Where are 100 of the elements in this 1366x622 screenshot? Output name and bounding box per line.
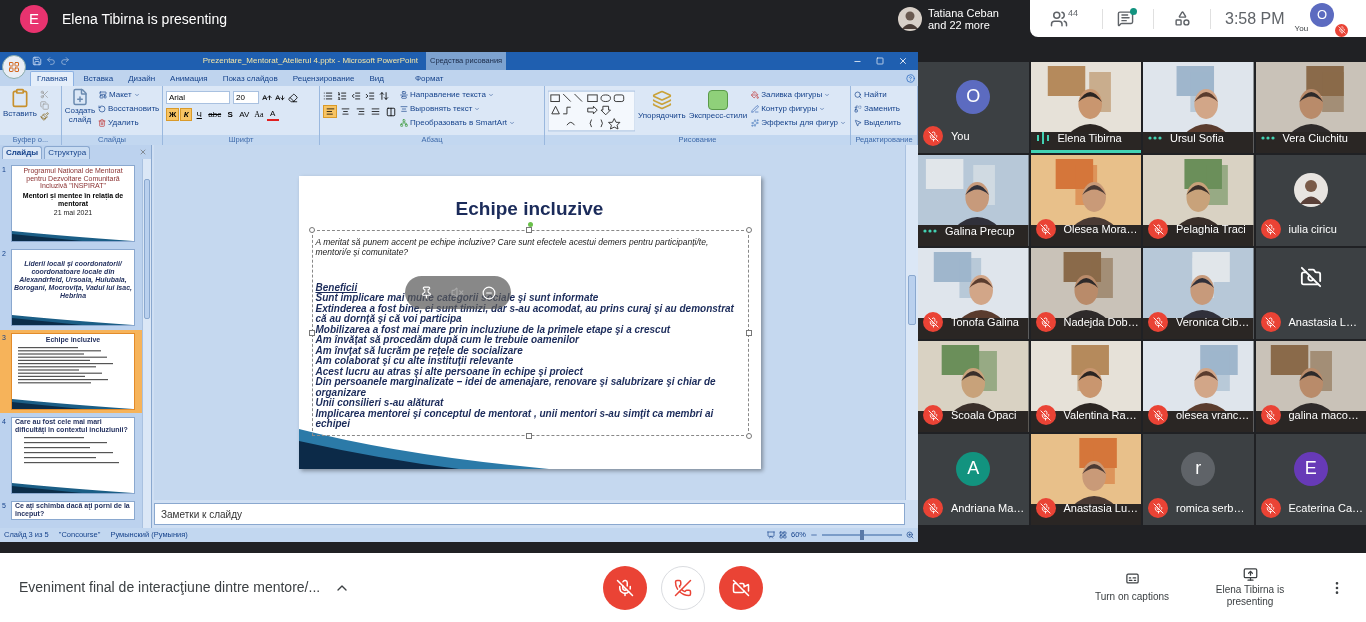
- participant-name: Anastasia L…: [1288, 314, 1357, 330]
- ribbon-command[interactable]: Заливка фигуры: [750, 88, 847, 102]
- notes-pane[interactable]: Заметки к слайду: [154, 503, 905, 525]
- bullet-list-icon[interactable]: [323, 91, 333, 101]
- align-button[interactable]: [368, 105, 382, 118]
- grow-font-icon[interactable]: [262, 92, 272, 103]
- panel-tab[interactable]: Структура: [44, 146, 91, 159]
- participant-name: You: [951, 128, 970, 144]
- scrollbar[interactable]: [142, 159, 151, 528]
- format-button[interactable]: Ж: [166, 108, 180, 121]
- format-painter-icon[interactable]: [39, 112, 49, 121]
- columns-icon[interactable]: [386, 106, 396, 117]
- help-icon[interactable]: [906, 74, 915, 83]
- microphone-button[interactable]: [603, 565, 647, 610]
- people-button[interactable]: 44: [1050, 4, 1094, 33]
- font-size-field[interactable]: 20: [233, 91, 259, 104]
- ribbon-command[interactable]: Найти: [854, 88, 901, 102]
- rotate-handle[interactable]: [527, 222, 533, 227]
- redo-icon[interactable]: [60, 56, 70, 66]
- ribbon-command[interactable]: Выделить: [854, 116, 901, 130]
- line-spacing-icon[interactable]: [379, 91, 389, 101]
- format-button[interactable]: AV: [237, 108, 252, 121]
- captions-button[interactable]: Turn on captions: [1087, 571, 1177, 604]
- align-button[interactable]: [323, 105, 337, 118]
- format-button[interactable]: abc: [206, 108, 224, 121]
- hang-up-button[interactable]: [661, 565, 705, 610]
- format-button[interactable]: Aa: [252, 108, 266, 121]
- ribbon-tab[interactable]: Дизайн: [122, 71, 162, 86]
- benefit-line: Din persoanele marginalizate – idei de amenajare, renovare şi salubrizare şi chiar de organizare: [315, 377, 717, 398]
- ribbon-command[interactable]: Эффекты для фигур: [750, 116, 847, 130]
- numbered-list-icon[interactable]: [337, 91, 347, 101]
- align-left-icon: [325, 107, 335, 116]
- ribbon-command[interactable]: Направление текста: [399, 88, 517, 102]
- caret-icon: [474, 106, 481, 112]
- increase-indent-icon[interactable]: [365, 91, 375, 101]
- undo-icon[interactable]: [46, 56, 56, 66]
- text-direction-icon: [400, 91, 408, 99]
- ribbon-tab[interactable]: Анимация: [164, 71, 214, 86]
- ribbon-command[interactable]: Заменить: [854, 102, 901, 116]
- resize-handle[interactable]: [525, 227, 532, 233]
- format-button[interactable]: S: [224, 108, 237, 121]
- format-button[interactable]: Ч: [193, 108, 206, 121]
- ribbon-command[interactable]: Восстановить: [98, 102, 160, 116]
- window-title: Prezentare_Mentorat_Atelierul 4.pptx - Microsoft PowerPoint: [201, 55, 418, 67]
- ribbon-tab[interactable]: Формат: [409, 71, 450, 86]
- resize-handle[interactable]: [745, 330, 752, 336]
- decrease-indent-icon[interactable]: [351, 91, 361, 101]
- resize-handle[interactable]: [308, 330, 315, 336]
- zoom-thumb[interactable]: [860, 530, 864, 540]
- zoom-slider[interactable]: [822, 530, 902, 540]
- participant-name: Veronica Cib…: [1176, 314, 1250, 330]
- search-icon: [854, 91, 862, 99]
- clear-formatting-icon[interactable]: [288, 92, 298, 103]
- ribbon-command[interactable]: Удалить: [98, 116, 160, 130]
- camera-button[interactable]: [719, 565, 763, 610]
- save-icon[interactable]: [32, 56, 42, 66]
- normal-view-icon[interactable]: [767, 531, 775, 539]
- resize-handle[interactable]: [308, 227, 315, 233]
- arrange-button[interactable]: Упорядочить: [638, 88, 686, 122]
- resize-handle[interactable]: [745, 227, 752, 233]
- participant-avatar: r: [1181, 451, 1216, 486]
- sorter-view-icon[interactable]: [779, 531, 787, 539]
- resize-handle[interactable]: [525, 433, 532, 439]
- ribbon-tab[interactable]: Главная: [30, 71, 75, 86]
- new-slide-icon: [71, 88, 89, 106]
- ribbon-tab[interactable]: Вставка: [77, 71, 120, 86]
- ribbon-command[interactable]: Выровнять текст: [399, 102, 517, 116]
- shrink-font-icon[interactable]: [275, 92, 285, 103]
- ribbon-tab[interactable]: Вид: [363, 71, 390, 86]
- font-name-field[interactable]: Arial: [166, 91, 230, 104]
- format-button[interactable]: К: [180, 108, 193, 121]
- zoom-in-icon[interactable]: [906, 531, 914, 539]
- panel-tab[interactable]: Слайды: [2, 146, 43, 159]
- quick-styles-button[interactable]: Экспресс-стили: [688, 88, 748, 122]
- resize-handle[interactable]: [745, 433, 752, 439]
- close-icon[interactable]: [898, 56, 908, 66]
- ribbon-command[interactable]: Преобразовать в SmartArt: [399, 116, 517, 130]
- ribbon-command[interactable]: Контур фигуры: [750, 102, 847, 116]
- participant-name: Pelaghia Traci: [1176, 221, 1246, 237]
- new-slide-button[interactable]: Создать слайд: [65, 88, 95, 124]
- ribbon-command[interactable]: Макет: [98, 88, 160, 102]
- format-button[interactable]: A: [266, 108, 279, 121]
- paste-button[interactable]: Вставить: [3, 88, 37, 120]
- scrollbar[interactable]: [905, 145, 918, 500]
- ribbon-tab[interactable]: Показ слайдов: [216, 71, 284, 86]
- camera-off-icon: [732, 578, 750, 597]
- restore-icon[interactable]: [876, 57, 884, 65]
- layout-icon: [99, 91, 107, 99]
- office-button[interactable]: [2, 55, 26, 79]
- participant-avatar: E: [1293, 451, 1328, 486]
- shapes-gallery-drawing[interactable]: [548, 90, 636, 132]
- layers-icon: [651, 90, 672, 110]
- caret-icon: [133, 92, 140, 98]
- close-icon[interactable]: [139, 148, 147, 156]
- ribbon-tab[interactable]: Рецензирование: [286, 71, 361, 86]
- caret-icon: [824, 92, 831, 98]
- participant-name: Ecaterina Ca…: [1288, 500, 1364, 516]
- present-button[interactable]: Elena Tibirna is presenting: [1215, 567, 1285, 608]
- participant-name: Ursul Sofia: [1170, 130, 1224, 146]
- self-avatar: O: [1310, 2, 1335, 27]
